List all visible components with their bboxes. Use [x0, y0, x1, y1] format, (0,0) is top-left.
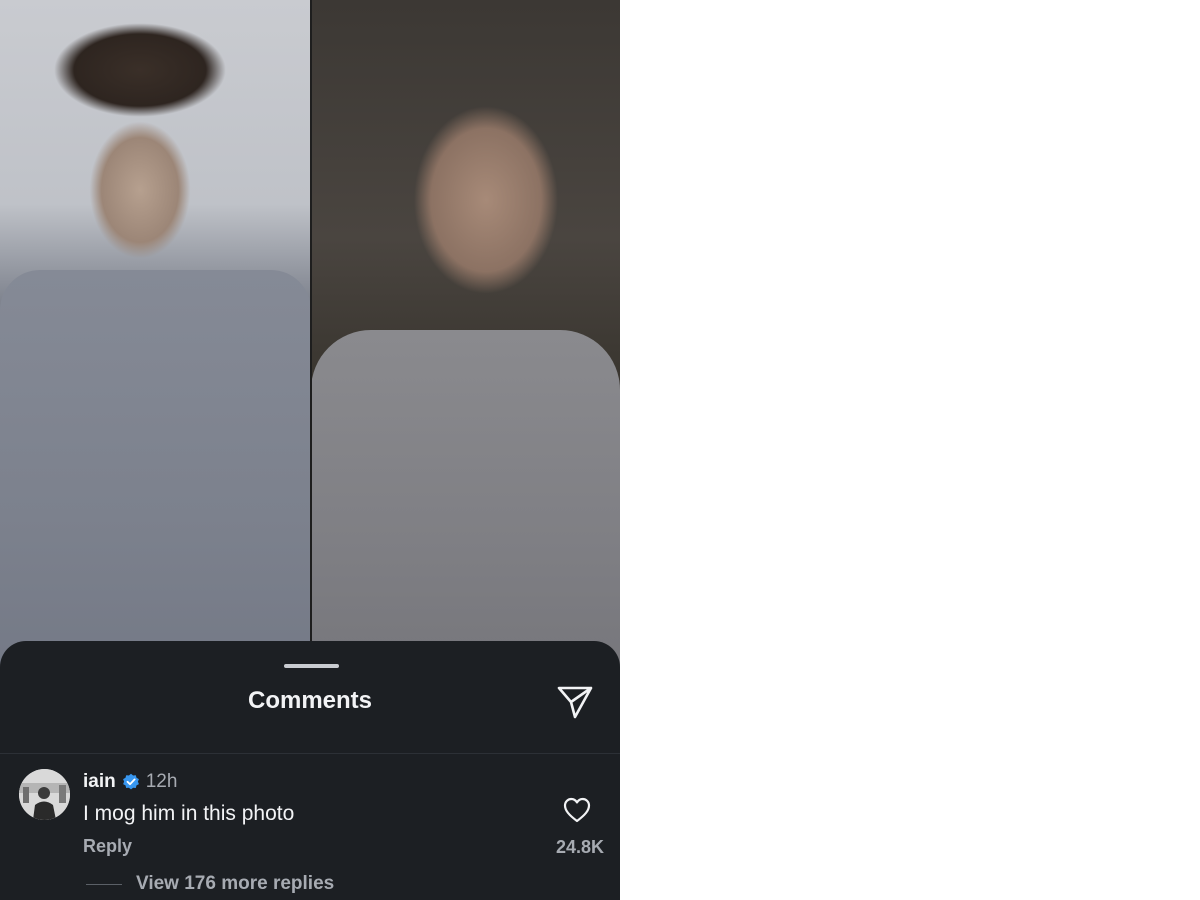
header-divider: [0, 753, 620, 754]
photo-right-shirt: [311, 330, 620, 680]
comment-author-row: iain 12h: [83, 771, 177, 793]
like-button[interactable]: [562, 795, 592, 825]
photo-left-panel: [0, 0, 311, 680]
reply-button[interactable]: Reply: [83, 836, 132, 857]
comment-username[interactable]: iain: [83, 771, 116, 793]
avatar-image: [19, 769, 70, 820]
sheet-title: Comments: [247, 687, 373, 714]
share-button[interactable]: [554, 683, 596, 721]
photo-left-shirt: [0, 270, 311, 680]
replies-indent-line: [86, 883, 122, 885]
like-count: 24.8K: [555, 837, 604, 857]
heart-outline-icon: [563, 797, 591, 823]
app-screen: Comments iain 12h I mog him in this phot…: [0, 0, 620, 900]
sheet-grabber[interactable]: [284, 664, 339, 668]
view-more-replies-label[interactable]: View 176 more replies: [136, 873, 334, 895]
post-photo: [0, 0, 620, 680]
avatar[interactable]: [19, 769, 70, 820]
comments-sheet: Comments iain 12h I mog him in this phot…: [0, 641, 620, 900]
view-more-replies[interactable]: View 176 more replies: [86, 873, 334, 895]
paper-plane-icon: [557, 686, 593, 719]
photo-right-panel: [311, 0, 620, 680]
comment-timestamp: 12h: [145, 771, 178, 792]
photo-split-divider: [310, 0, 312, 680]
verified-badge-icon: [122, 773, 140, 791]
comment-text: I mog him in this photo: [83, 802, 295, 825]
